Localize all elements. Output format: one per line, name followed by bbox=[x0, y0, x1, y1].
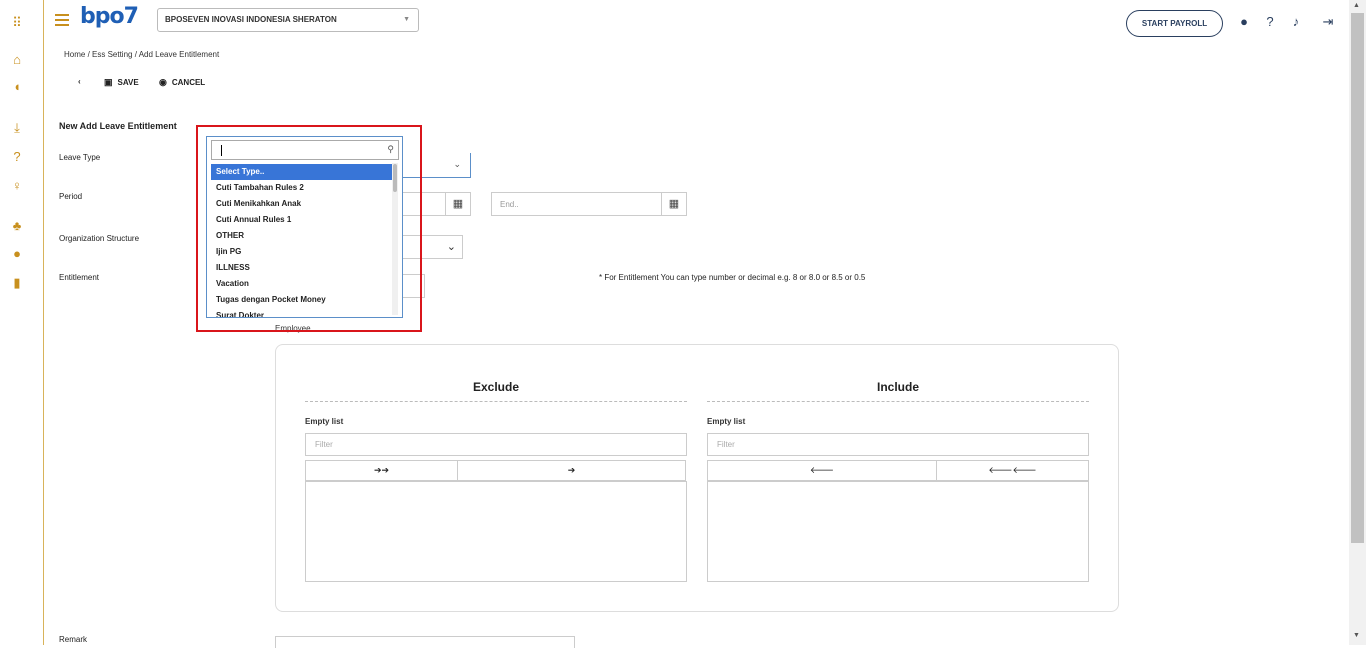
end-placeholder: End.. bbox=[500, 200, 519, 209]
download-icon[interactable]: ⤓ bbox=[10, 121, 24, 135]
entitlement-label: Entitlement bbox=[59, 273, 100, 282]
start-payroll-button[interactable]: START PAYROLL bbox=[1126, 10, 1223, 37]
exclude-title: Exclude bbox=[472, 380, 520, 394]
apps-grid-icon[interactable]: ⠿ bbox=[10, 16, 24, 30]
cancel-icon: ◉ bbox=[159, 77, 167, 87]
cancel-button[interactable]: ◉ CANCEL bbox=[159, 77, 205, 88]
page-scroll-thumb[interactable] bbox=[1351, 13, 1364, 543]
include-filter-input[interactable]: Filter bbox=[707, 433, 1089, 456]
shield-icon[interactable]: ◖ bbox=[10, 80, 24, 94]
left-sidebar: ⠿ ⌂ ◖ ⤓ ? ♀ ♣ ● ▮ bbox=[0, 0, 44, 645]
help-icon[interactable]: ? bbox=[10, 150, 24, 164]
include-empty-label: Empty list bbox=[707, 417, 746, 426]
logout-icon[interactable]: ⇥ bbox=[1321, 15, 1335, 29]
save-button[interactable]: ▣ SAVE bbox=[104, 77, 139, 88]
company-select-value: BPOSEVEN INOVASI INDONESIA SHERATON bbox=[165, 15, 337, 24]
move-selected-left-button[interactable]: 🡐 bbox=[707, 460, 937, 481]
menu-toggle-icon[interactable] bbox=[55, 14, 69, 26]
entitlement-note: * For Entitlement You can type number or… bbox=[599, 273, 866, 282]
back-button[interactable]: ‹ bbox=[78, 77, 81, 86]
period-end-input[interactable]: End.. ▦ bbox=[491, 192, 687, 216]
remark-input[interactable] bbox=[275, 636, 575, 648]
breadcrumb: Home / Ess Setting / Add Leave Entitleme… bbox=[64, 50, 220, 59]
apple-icon[interactable]: ● bbox=[10, 247, 24, 261]
document-icon[interactable]: ▮ bbox=[10, 276, 24, 290]
include-listbox[interactable] bbox=[707, 481, 1089, 582]
leave-type-label: Leave Type bbox=[59, 153, 101, 162]
move-all-left-button[interactable]: 🡐🡐 bbox=[936, 460, 1089, 481]
move-all-right-button[interactable]: ➔➔ bbox=[305, 460, 458, 481]
user-icon[interactable]: ● bbox=[1237, 15, 1251, 29]
calendar-icon[interactable]: ▦ bbox=[445, 193, 470, 215]
logo-text: bpo7 bbox=[80, 4, 139, 29]
chevron-down-icon: ▼ bbox=[403, 16, 410, 23]
scroll-down-arrow-icon[interactable]: ▼ bbox=[1353, 632, 1360, 639]
scroll-up-arrow-icon[interactable]: ▲ bbox=[1353, 2, 1360, 9]
org-structure-label: Organization Structure bbox=[59, 234, 140, 243]
logo: bpo7 bbox=[80, 5, 140, 37]
filter-placeholder: Filter bbox=[717, 440, 735, 449]
divider bbox=[707, 401, 1089, 402]
divider bbox=[305, 401, 687, 402]
exclude-listbox[interactable] bbox=[305, 481, 687, 582]
calendar-icon[interactable]: ▦ bbox=[661, 193, 686, 215]
exclude-empty-label: Empty list bbox=[305, 417, 344, 426]
form-title: New Add Leave Entitlement bbox=[59, 121, 177, 131]
bell-icon[interactable]: ♪ bbox=[1289, 15, 1303, 29]
move-selected-right-button[interactable]: ➔ bbox=[457, 460, 686, 481]
chevron-down-icon: ⌄ bbox=[446, 241, 456, 253]
include-title: Include bbox=[876, 380, 919, 394]
filter-placeholder: Filter bbox=[315, 440, 333, 449]
chevron-down-icon: ⌄ bbox=[453, 159, 461, 169]
help-icon[interactable]: ? bbox=[1263, 15, 1277, 29]
highlight-box bbox=[196, 125, 422, 332]
lightbulb-icon[interactable]: ♀ bbox=[10, 179, 24, 193]
remark-label: Remark bbox=[59, 635, 88, 644]
exclude-filter-input[interactable]: Filter bbox=[305, 433, 687, 456]
android-icon[interactable]: ♣ bbox=[10, 219, 24, 233]
save-icon: ▣ bbox=[104, 77, 113, 87]
company-select[interactable]: BPOSEVEN INOVASI INDONESIA SHERATON ▼ bbox=[157, 8, 419, 32]
period-label: Period bbox=[59, 192, 83, 201]
home-icon[interactable]: ⌂ bbox=[10, 53, 24, 67]
